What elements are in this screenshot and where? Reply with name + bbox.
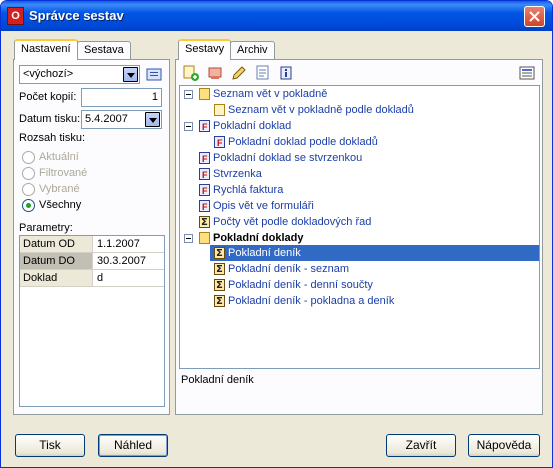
table-row[interactable]: Doklad d [20,270,164,287]
folder-icon [199,88,210,100]
add-report-button[interactable] [182,64,200,82]
radio-label: Vybrané [39,183,80,195]
collapse-icon[interactable] [184,234,193,243]
form-icon [214,135,225,151]
radio-button[interactable] [22,151,35,164]
title-bar: O Správce sestav [1,1,552,31]
param-key: Datum DO [20,253,93,269]
close-icon [529,11,540,22]
delete-icon [208,67,222,79]
radio-label: Všechny [39,199,82,211]
sum-icon [214,294,225,310]
sum-icon [199,215,210,231]
collapse-icon[interactable] [184,122,193,131]
report-tree: Seznam vět v pokladně Seznam vět v pokla… [179,85,540,369]
help-button[interactable]: Nápověda [468,434,540,457]
selected-report-name: Pokladní deník [181,374,254,386]
tree-item-label: Pokladní deník - pokladna a deník [228,295,395,307]
tree-item-label: Pokladní doklad [213,120,292,132]
close-button[interactable]: Zavřít [386,434,456,457]
form-icon [199,183,210,199]
collapse-icon[interactable] [184,90,193,99]
print-date-value: 5.4.2007 [85,113,128,125]
open-preset-button[interactable] [144,64,164,84]
delete-report-button[interactable] [206,64,224,82]
date-dropdown-button[interactable] [145,112,160,127]
folder-icon [199,232,210,244]
preset-combo[interactable]: <výchozí> [19,65,140,84]
copies-input[interactable]: 1 [81,88,162,107]
report-properties-button[interactable] [254,64,272,82]
tree-item-label: Pokladní doklad podle dokladů [228,136,378,148]
properties-icon [256,65,269,80]
preview-button[interactable]: Náhled [98,434,168,457]
table-row[interactable]: Datum OD 1.1.2007 [20,236,164,253]
chevron-down-icon [149,118,157,123]
tree-item-label: Pokladní doklady [213,232,304,244]
report-manager-window: O Správce sestav Nastavení Sestava <vých… [0,0,553,468]
radio-button[interactable] [22,167,35,180]
radio-button[interactable] [22,183,35,196]
tree-item-label: Pokladní deník - denní součty [228,279,373,291]
tab-nastaveni[interactable]: Nastavení [14,39,78,60]
sum-icon [214,262,225,278]
params-label: Parametry: [19,222,73,234]
form-icon [199,167,210,183]
param-value[interactable]: 1.1.2007 [94,236,164,252]
window-title: Správce sestav [29,8,124,23]
sum-icon [214,278,225,294]
params-table: Datum OD 1.1.2007 Datum DO 30.3.2007 Dok… [19,235,165,407]
tab-sestava[interactable]: Sestava [77,41,131,60]
copies-label: Počet kopií: [19,91,77,103]
param-key: Doklad [20,270,93,286]
chevron-down-icon [127,73,135,78]
form-icon [199,199,210,215]
param-value[interactable]: d [94,270,164,286]
tree-item-label: Pokladní doklad se stvrzenkou [213,152,363,164]
radio-label: Aktuální [39,151,79,163]
tree-item-label: Pokladní deník - seznam [228,263,350,275]
tree-item-label: Rychlá faktura [213,184,284,196]
tree-item-label: Pokladní deník [228,247,301,259]
param-value[interactable]: 30.3.2007 [94,253,164,269]
form-icon [199,151,210,167]
view-options-button[interactable] [518,64,536,82]
edit-report-button[interactable] [230,64,248,82]
tree-item-label: Seznam vět v pokladně [213,88,328,100]
tree-item-label: Počty vět podle dokladových řad [213,216,372,228]
info-icon [280,66,292,80]
tab-archiv[interactable]: Archiv [230,41,275,60]
document-icon [214,104,225,116]
radio-button-checked[interactable] [22,199,35,212]
tree-item-label: Stvrzenka [213,168,262,180]
print-date-picker[interactable]: 5.4.2007 [81,110,162,129]
tree-item-label: Opis vět ve formuláři [213,200,314,212]
app-icon: O [7,7,24,25]
print-range-label: Rozsah tisku: [19,132,86,144]
table-row[interactable]: Datum DO 30.3.2007 [20,253,164,270]
tab-sestavy[interactable]: Sestavy [178,39,232,60]
print-button[interactable]: Tisk [15,434,85,457]
add-icon [183,65,199,81]
form-icon [199,119,210,135]
tree-item-label: Seznam vět v pokladně podle dokladů [228,104,414,116]
pencil-icon [232,66,246,80]
print-date-label: Datum tisku: [19,113,81,125]
sum-icon [214,246,225,262]
preset-value: <výchozí> [23,68,74,80]
param-key: Datum OD [20,236,93,252]
folder-open-icon [146,68,162,81]
report-info-button[interactable] [277,64,295,82]
list-view-icon [519,66,535,80]
close-window-button[interactable] [524,6,545,27]
preset-dropdown-button[interactable] [123,67,138,82]
radio-label: Filtrované [39,167,88,179]
